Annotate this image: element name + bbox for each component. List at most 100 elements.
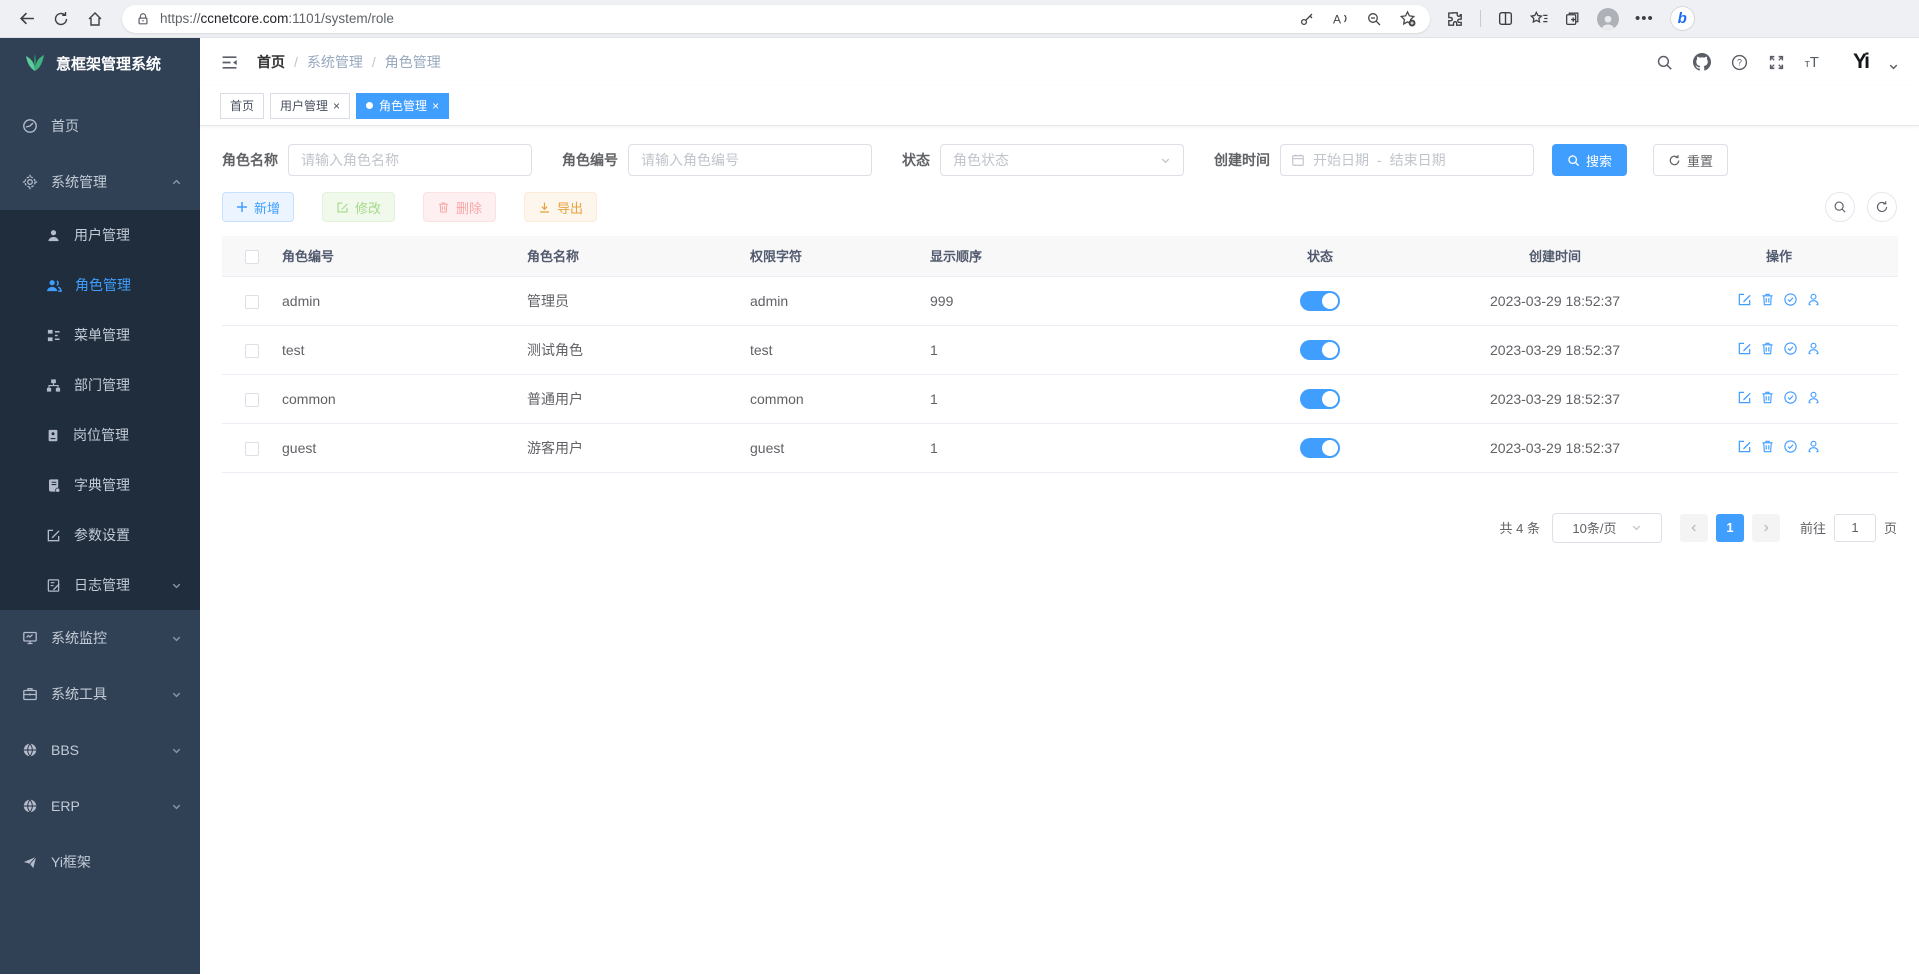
- sidebar-item-tools[interactable]: 系统工具: [0, 666, 200, 722]
- role-name-input[interactable]: [288, 144, 532, 176]
- help-icon[interactable]: ?: [1731, 54, 1748, 71]
- cell-display-order: 1: [930, 423, 1190, 472]
- row-checkbox[interactable]: [245, 393, 259, 407]
- search-button[interactable]: 搜索: [1552, 144, 1627, 176]
- row-delete-icon[interactable]: [1760, 390, 1775, 405]
- sidebar-item-dictionary[interactable]: 字典管理: [0, 460, 200, 510]
- favorites-icon[interactable]: [1530, 10, 1548, 27]
- monitor-icon: [22, 630, 38, 646]
- user-dropdown-caret-icon[interactable]: [1888, 61, 1899, 72]
- cell-perm-string: admin: [750, 276, 930, 325]
- sidebar-item-monitor[interactable]: 系统监控: [0, 610, 200, 666]
- table-header-row: 角色编号 角色名称 权限字符 显示顺序 状态 创建时间 操作: [222, 236, 1898, 276]
- row-delete-icon[interactable]: [1760, 341, 1775, 356]
- edit-button[interactable]: 修改: [322, 192, 395, 222]
- status-toggle[interactable]: [1300, 340, 1340, 360]
- copilot-bing-icon[interactable]: b: [1670, 6, 1695, 31]
- calendar-icon: [1291, 153, 1305, 167]
- sidebar-item-departments[interactable]: 部门管理: [0, 360, 200, 410]
- paper-plane-icon: [22, 855, 38, 870]
- export-button[interactable]: 导出: [524, 192, 597, 222]
- password-key-icon[interactable]: [1299, 11, 1315, 27]
- status-select[interactable]: 角色状态: [940, 144, 1184, 176]
- address-bar[interactable]: https://ccnetcore.com:1101/system/role A: [122, 5, 1430, 33]
- sidebar-item-system[interactable]: 系统管理: [0, 154, 200, 210]
- show-search-toggle-button[interactable]: [1825, 192, 1855, 222]
- app-logo[interactable]: 意框架管理系统: [0, 38, 200, 88]
- row-checkbox[interactable]: [245, 344, 259, 358]
- row-edit-icon[interactable]: [1737, 292, 1752, 307]
- status-toggle[interactable]: [1300, 389, 1340, 409]
- tab-user-management[interactable]: 用户管理 ×: [270, 93, 350, 119]
- row-assign-user-icon[interactable]: [1806, 390, 1821, 405]
- read-aloud-icon[interactable]: A: [1332, 11, 1349, 27]
- next-page-button[interactable]: [1752, 514, 1780, 542]
- row-data-scope-icon[interactable]: [1783, 390, 1798, 405]
- users-icon: [46, 278, 62, 293]
- font-size-icon[interactable]: тT: [1805, 54, 1819, 71]
- status-toggle[interactable]: [1300, 291, 1340, 311]
- sidebar-collapse-icon[interactable]: [220, 54, 239, 71]
- browser-more-icon[interactable]: •••: [1635, 10, 1654, 27]
- sidebar-item-roles[interactable]: 角色管理: [0, 260, 200, 310]
- row-data-scope-icon[interactable]: [1783, 292, 1798, 307]
- row-data-scope-icon[interactable]: [1783, 341, 1798, 356]
- sidebar-item-yi-framework[interactable]: Yi框架: [0, 834, 200, 890]
- row-edit-icon[interactable]: [1737, 439, 1752, 454]
- row-data-scope-icon[interactable]: [1783, 439, 1798, 454]
- sidebar-item-label: 用户管理: [74, 225, 182, 245]
- date-range-picker[interactable]: 开始日期 - 结束日期: [1280, 144, 1534, 176]
- sidebar-item-logs[interactable]: 日志管理: [0, 560, 200, 610]
- row-delete-icon[interactable]: [1760, 292, 1775, 307]
- status-toggle[interactable]: [1300, 438, 1340, 458]
- tab-role-management[interactable]: 角色管理 ×: [356, 93, 449, 119]
- refresh-table-button[interactable]: [1867, 192, 1897, 222]
- tab-home[interactable]: 首页: [220, 93, 264, 119]
- breadcrumb-separator: /: [372, 54, 376, 70]
- sidebar-item-bbs[interactable]: BBS: [0, 722, 200, 778]
- add-button[interactable]: 新增: [222, 192, 294, 222]
- browser-profile-avatar[interactable]: [1597, 8, 1619, 30]
- page-size-select[interactable]: 10条/页: [1552, 513, 1662, 543]
- sidebar-item-parameters[interactable]: 参数设置: [0, 510, 200, 560]
- row-assign-user-icon[interactable]: [1806, 439, 1821, 454]
- breadcrumb-system[interactable]: 系统管理: [307, 52, 363, 72]
- sidebar-item-posts[interactable]: 岗位管理: [0, 410, 200, 460]
- browser-refresh-button[interactable]: [44, 4, 78, 34]
- tab-close-icon[interactable]: ×: [432, 100, 439, 112]
- toolbar-divider: [1480, 10, 1481, 27]
- sidebar-item-menus[interactable]: 菜单管理: [0, 310, 200, 360]
- tab-close-icon[interactable]: ×: [333, 100, 340, 112]
- row-edit-icon[interactable]: [1737, 390, 1752, 405]
- fullscreen-icon[interactable]: [1768, 54, 1785, 71]
- breadcrumb-home[interactable]: 首页: [257, 52, 285, 72]
- delete-button[interactable]: 删除: [423, 192, 496, 222]
- reset-button[interactable]: 重置: [1653, 144, 1728, 176]
- sidebar-item-users[interactable]: 用户管理: [0, 210, 200, 260]
- row-checkbox[interactable]: [245, 295, 259, 309]
- split-screen-icon[interactable]: [1497, 10, 1514, 27]
- extensions-icon[interactable]: [1446, 10, 1464, 28]
- sidebar-item-home[interactable]: 首页: [0, 98, 200, 154]
- header-search-icon[interactable]: [1656, 54, 1673, 71]
- browser-back-button[interactable]: [10, 4, 44, 34]
- cell-display-order: 1: [930, 325, 1190, 374]
- goto-page-input[interactable]: [1834, 514, 1876, 542]
- prev-page-button[interactable]: [1680, 514, 1708, 542]
- row-assign-user-icon[interactable]: [1806, 292, 1821, 307]
- row-checkbox[interactable]: [245, 442, 259, 456]
- add-favorite-icon[interactable]: [1399, 10, 1416, 27]
- yi-logo[interactable]: Yi: [1853, 50, 1868, 74]
- zoom-out-icon[interactable]: [1366, 11, 1382, 27]
- github-icon[interactable]: [1693, 53, 1711, 71]
- browser-home-button[interactable]: [78, 4, 112, 34]
- select-all-checkbox[interactable]: [245, 250, 259, 264]
- row-edit-icon[interactable]: [1737, 341, 1752, 356]
- page-number-button[interactable]: 1: [1716, 514, 1744, 542]
- lock-icon[interactable]: [136, 12, 150, 26]
- sidebar-item-erp[interactable]: ERP: [0, 778, 200, 834]
- row-assign-user-icon[interactable]: [1806, 341, 1821, 356]
- role-code-input[interactable]: [628, 144, 872, 176]
- collections-icon[interactable]: [1564, 10, 1581, 27]
- row-delete-icon[interactable]: [1760, 439, 1775, 454]
